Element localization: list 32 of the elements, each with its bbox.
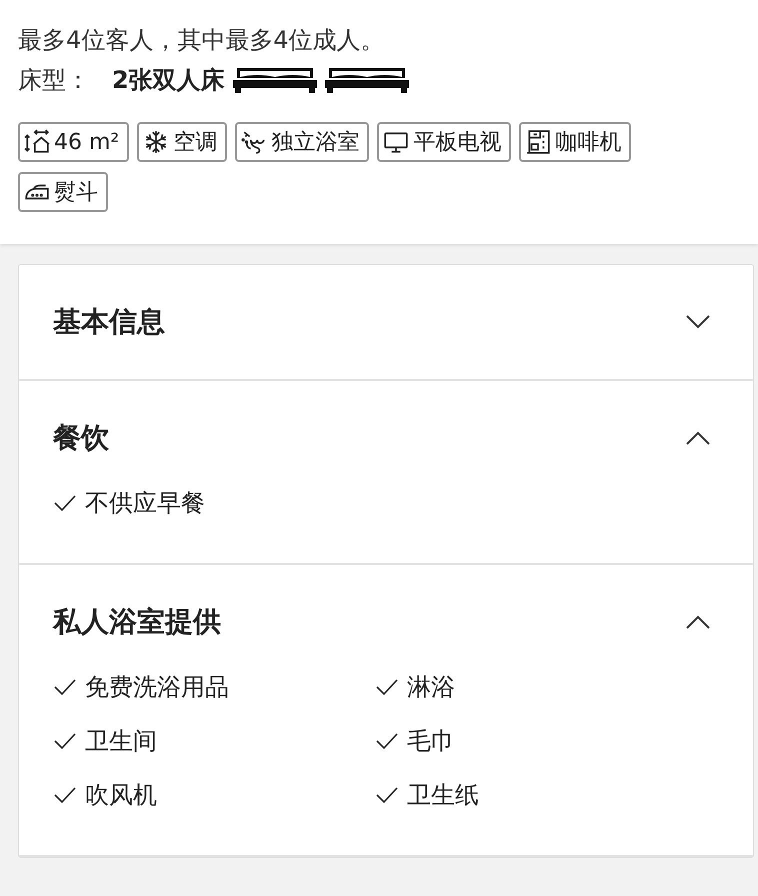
section-header[interactable]: 基本信息 (19, 265, 753, 379)
chevron-down-icon (685, 314, 711, 330)
check-icon (53, 785, 77, 805)
bed-type-label: 床型： (18, 65, 90, 96)
amenity-text: 淋浴 (407, 672, 455, 703)
facility-tag: 46 m² (18, 122, 130, 162)
area-icon (24, 129, 50, 155)
check-icon (53, 677, 77, 697)
occupancy-text: 最多4位客人，其中最多4位成人。 (18, 25, 386, 56)
amenity-text: 卫生纸 (407, 780, 479, 811)
check-icon (53, 493, 77, 513)
chevron-up-icon (685, 430, 711, 446)
check-icon (375, 731, 399, 751)
amenity-text: 卫生间 (85, 726, 157, 757)
amenity-text: 不供应早餐 (85, 488, 205, 519)
facility-tag: 独立浴室 (235, 122, 370, 162)
bed-type-value: 2张双人床 (112, 65, 225, 96)
bed-icon (232, 67, 317, 93)
check-icon (375, 785, 399, 805)
chevron-up-icon (685, 614, 711, 630)
bed-icon (324, 67, 409, 93)
coffee-machine-icon (525, 129, 552, 155)
shower-icon (241, 129, 268, 155)
facility-tag: 熨斗 (18, 172, 108, 212)
amenity-text: 毛巾 (407, 726, 455, 757)
amenity-text: 免费洗浴用品 (85, 672, 229, 703)
amenity-text: 吹风机 (85, 780, 157, 811)
check-icon (375, 677, 399, 697)
facility-tag: 咖啡机 (519, 122, 632, 162)
facility-tag: 平板电视 (377, 122, 512, 162)
check-icon (53, 731, 77, 751)
facility-tag: 空调 (137, 122, 228, 162)
